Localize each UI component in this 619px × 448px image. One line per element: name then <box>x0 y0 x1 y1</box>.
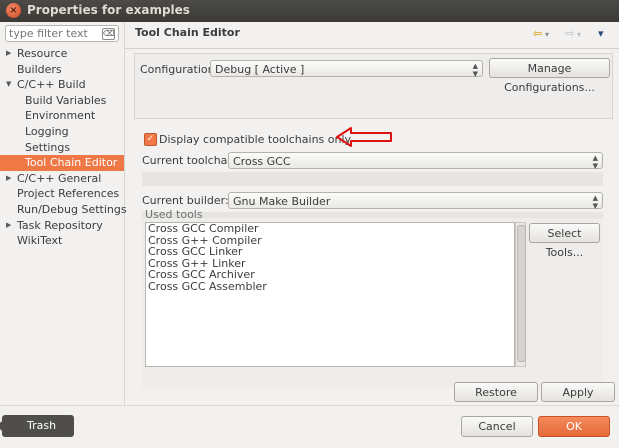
trash-label: Trash <box>27 419 57 432</box>
sidebar-item-tool-chain-editor[interactable]: Tool Chain Editor <box>0 155 124 171</box>
main-panel: Tool Chain Editor ⇦ ▾ ⇨ ▾ ▾ Configuratio… <box>125 22 619 418</box>
sidebar-item-builders[interactable]: Builders <box>0 62 124 78</box>
tooltip-pointer-icon <box>0 421 2 431</box>
display-compatible-label: Display compatible toolchains only <box>159 133 352 146</box>
sidebar-item-label: Logging <box>25 124 69 138</box>
sidebar-item-label: C/C++ General <box>17 171 102 185</box>
configuration-select[interactable]: Debug [ Active ] ▲ ▼ <box>210 60 483 78</box>
forward-arrow-icon[interactable]: ⇨ <box>565 27 574 40</box>
sidebar-item-cpp-general[interactable]: ▶ C/C++ General <box>0 171 124 187</box>
sidebar-item-run-debug-settings[interactable]: Run/Debug Settings <box>0 202 127 218</box>
page-title: Tool Chain Editor <box>135 26 240 39</box>
sidebar-item-label: Environment <box>25 109 96 123</box>
sidebar-item-task-repository[interactable]: ▶ Task Repository <box>0 218 124 234</box>
sidebar-item-environment[interactable]: Environment <box>0 108 124 124</box>
sidebar-item-label: Settings <box>25 140 71 154</box>
expand-arrow-icon[interactable]: ▶ <box>6 46 11 62</box>
sidebar-item-settings[interactable]: Settings <box>0 140 124 156</box>
display-compatible-checkbox[interactable]: ✓ <box>144 133 157 146</box>
expand-arrow-icon[interactable]: ▶ <box>6 171 11 187</box>
current-toolchain-select[interactable]: Cross GCC ▲ ▼ <box>228 152 603 170</box>
annotation-arrow-icon <box>336 127 392 147</box>
sidebar-item-label: Project References <box>17 187 120 201</box>
back-arrow-icon[interactable]: ⇦ <box>533 27 542 40</box>
configuration-value: Debug [ Active ] <box>215 63 305 76</box>
apply-button[interactable]: Apply <box>541 382 615 402</box>
configuration-label: Configuration: <box>140 63 219 76</box>
sidebar-item-label: Run/Debug Settings <box>17 202 127 216</box>
cancel-button[interactable]: Cancel <box>461 416 533 437</box>
sidebar-item-label: Task Repository <box>17 218 103 232</box>
used-tools-list[interactable]: Cross GCC Compiler Cross G++ Compiler Cr… <box>145 222 515 367</box>
select-updown-icon: ▲ ▼ <box>472 62 478 78</box>
select-updown-icon: ▲ ▼ <box>592 154 598 170</box>
forward-dropdown-icon[interactable]: ▾ <box>577 30 581 39</box>
current-builder-value: Gnu Make Builder <box>233 195 331 208</box>
sidebar-item-label: Resource <box>17 47 68 60</box>
sidebar-item-resource[interactable]: ▶ Resource <box>0 46 124 62</box>
window-titlebar: × Properties for examples <box>0 0 619 22</box>
sidebar-item-label: C/C++ Build <box>17 78 86 92</box>
dialog-footer: Trash Cancel OK <box>0 405 619 448</box>
select-updown-icon: ▲ ▼ <box>592 194 598 210</box>
sidebar-item-label: Tool Chain Editor <box>25 156 118 170</box>
sidebar-item-label: Build Variables <box>25 93 107 107</box>
list-item[interactable]: Cross GCC Linker <box>146 246 514 258</box>
current-builder-label: Current builder: <box>142 194 229 207</box>
manage-configurations-button[interactable]: Manage Configurations... <box>489 58 610 94</box>
back-dropdown-icon[interactable]: ▾ <box>545 30 549 39</box>
filter-input[interactable] <box>9 26 99 41</box>
expand-arrow-icon[interactable]: ▶ <box>6 218 11 234</box>
current-toolchain-value: Cross GCC <box>233 155 291 168</box>
list-item[interactable]: Cross GCC Assembler <box>146 280 514 293</box>
current-builder-select[interactable]: Gnu Make Builder ▲ ▼ <box>228 192 603 210</box>
toolchain-spacer <box>142 172 603 186</box>
page-header: Tool Chain Editor ⇦ ▾ ⇨ ▾ ▾ <box>125 22 619 49</box>
trash-tooltip: Trash <box>0 415 74 437</box>
collapse-arrow-icon[interactable]: ▼ <box>6 77 11 93</box>
sidebar-item-label: Builders <box>17 62 62 76</box>
restore-defaults-button[interactable]: Restore Defaults <box>454 382 538 418</box>
current-toolchain-label: Current toolchain: <box>142 154 242 167</box>
configuration-panel: Configuration: Debug [ Active ] ▲ ▼ Manag… <box>134 53 613 119</box>
sidebar-item-logging[interactable]: Logging <box>0 124 124 140</box>
sidebar-item-project-references[interactable]: Project References <box>0 186 124 202</box>
sidebar-item-cpp-build[interactable]: ▼ C/C++ Build <box>0 77 124 93</box>
window-title: Properties for examples <box>27 3 190 17</box>
select-tools-button[interactable]: Select Tools... <box>529 223 600 259</box>
sidebar: ⌫ ▶ Resource Builders ▼ C/C++ Build Buil… <box>0 22 127 405</box>
list-item[interactable]: Cross GCC Compiler <box>146 223 514 235</box>
sidebar-item-wikitext[interactable]: WikiText <box>0 233 124 249</box>
filter-field[interactable]: ⌫ <box>5 25 119 42</box>
close-window-button[interactable]: × <box>6 3 21 18</box>
clear-filter-icon[interactable]: ⌫ <box>102 28 115 40</box>
list-item[interactable]: Cross GCC Archiver <box>146 269 514 281</box>
ok-button[interactable]: OK <box>538 416 610 437</box>
scrollbar-thumb[interactable] <box>517 225 526 362</box>
used-tools-label: Used tools <box>145 208 203 221</box>
sidebar-item-build-variables[interactable]: Build Variables <box>0 93 124 109</box>
sidebar-item-label: WikiText <box>17 234 63 248</box>
used-tools-scrollbar[interactable] <box>515 222 526 367</box>
view-menu-icon[interactable]: ▾ <box>598 27 604 40</box>
preference-tree: ▶ Resource Builders ▼ C/C++ Build Build … <box>0 46 127 249</box>
